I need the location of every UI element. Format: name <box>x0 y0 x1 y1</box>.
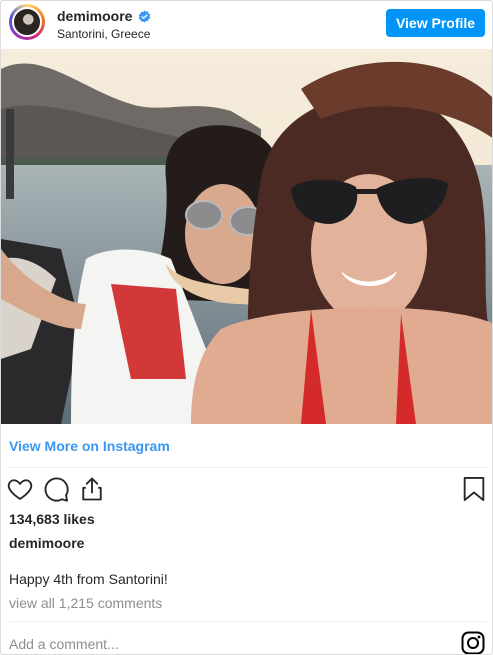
action-bar <box>1 475 492 505</box>
caption-username-link[interactable]: demimoore <box>9 535 84 551</box>
avatar-photo <box>12 7 42 37</box>
divider <box>9 621 486 622</box>
post-photo-illustration <box>1 49 492 424</box>
divider <box>9 467 486 468</box>
add-comment-field[interactable]: Add a comment... <box>9 636 119 652</box>
comment-icon[interactable] <box>42 475 70 503</box>
post-photo[interactable] <box>1 49 492 424</box>
bookmark-icon[interactable] <box>460 475 488 503</box>
view-all-comments-link[interactable]: view all 1,215 comments <box>9 595 162 611</box>
post-header: demimoore Santorini, Greece View Profile <box>1 1 492 49</box>
likes-count[interactable]: 134,683 likes <box>9 511 95 527</box>
heart-icon[interactable] <box>6 475 34 503</box>
location-link[interactable]: Santorini, Greece <box>57 27 150 41</box>
view-more-on-instagram-link[interactable]: View More on Instagram <box>9 438 170 454</box>
username-link[interactable]: demimoore <box>57 8 132 24</box>
verified-badge-icon <box>138 10 151 23</box>
instagram-icon[interactable] <box>461 631 485 654</box>
caption-text: Happy 4th from Santorini! <box>9 571 168 587</box>
instagram-embed-card: demimoore Santorini, Greece View Profile <box>0 0 493 655</box>
share-icon[interactable] <box>78 475 106 503</box>
view-profile-button[interactable]: View Profile <box>386 9 485 37</box>
avatar[interactable] <box>9 4 45 40</box>
